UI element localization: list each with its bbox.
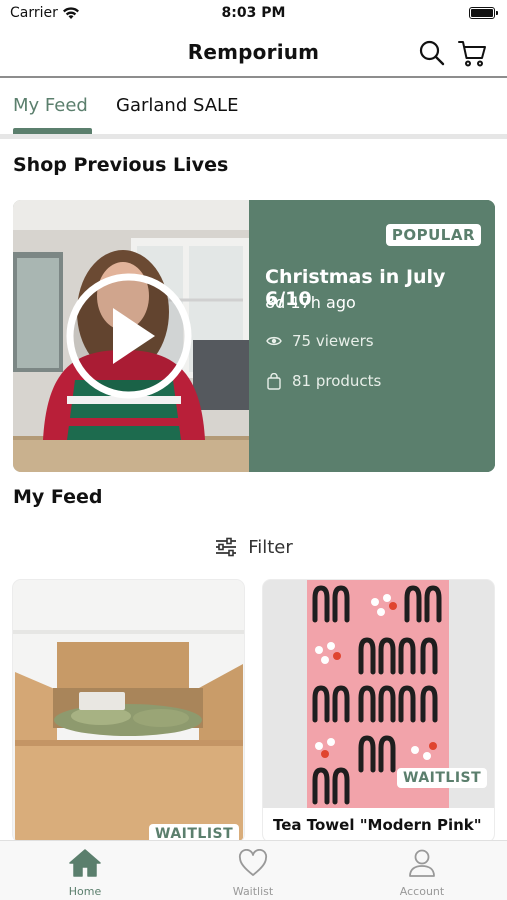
live-age: 8d 17h ago: [265, 293, 356, 312]
navigation-bar: Remporium: [0, 28, 507, 78]
tabs-divider: [0, 134, 507, 139]
search-icon[interactable]: [417, 38, 447, 68]
cart-icon[interactable]: [457, 38, 487, 68]
live-video-thumbnail[interactable]: [13, 200, 249, 472]
product-card[interactable]: WAITLIST Tea Towel "Modern Pink": [263, 580, 494, 842]
tab-waitlist-label: Waitlist: [232, 885, 274, 898]
product-image: [13, 580, 244, 842]
feed-tabs: My Feed Garland SALE: [0, 80, 507, 138]
tab-home-label: Home: [68, 885, 102, 898]
product-image: [263, 580, 494, 842]
heart-icon: [236, 847, 270, 879]
waitlist-badge: WAITLIST: [397, 768, 488, 788]
filter-label: Filter: [248, 536, 293, 558]
viewers-row: 75 viewers: [265, 332, 374, 350]
product-title: Tea Towel "Modern Pink": [263, 808, 494, 842]
status-time: 8:03 PM: [221, 5, 286, 21]
tab-my-feed[interactable]: My Feed: [13, 95, 88, 116]
popular-badge: POPULAR: [385, 224, 481, 246]
products-count: 81 products: [292, 372, 382, 390]
products-row: 81 products: [265, 372, 381, 390]
person-icon: [405, 847, 439, 879]
live-replay-card[interactable]: POPULAR Christmas in July 6/10 8d 17h ag…: [13, 200, 495, 472]
product-card[interactable]: WAITLIST: [13, 580, 244, 842]
shopping-bag-icon: [265, 372, 283, 390]
previous-lives-heading: Shop Previous Lives: [13, 154, 229, 176]
viewers-count: 75 viewers: [292, 332, 374, 350]
sliders-icon: [216, 537, 237, 557]
tab-home[interactable]: Home: [25, 847, 145, 898]
eye-icon: [265, 332, 283, 350]
my-feed-heading: My Feed: [13, 486, 103, 508]
bottom-tab-bar: Home Waitlist Account: [0, 840, 507, 900]
tab-garland-sale[interactable]: Garland SALE: [116, 95, 238, 116]
live-info-panel: POPULAR Christmas in July 6/10 8d 17h ag…: [249, 200, 495, 472]
tab-account[interactable]: Account: [362, 847, 482, 898]
home-icon: [68, 847, 102, 879]
battery-icon: [469, 7, 498, 19]
status-bar: Carrier 8:03 PM: [0, 0, 507, 28]
filter-button[interactable]: Filter: [0, 532, 507, 562]
tab-account-label: Account: [399, 885, 445, 898]
tab-waitlist[interactable]: Waitlist: [193, 847, 313, 898]
